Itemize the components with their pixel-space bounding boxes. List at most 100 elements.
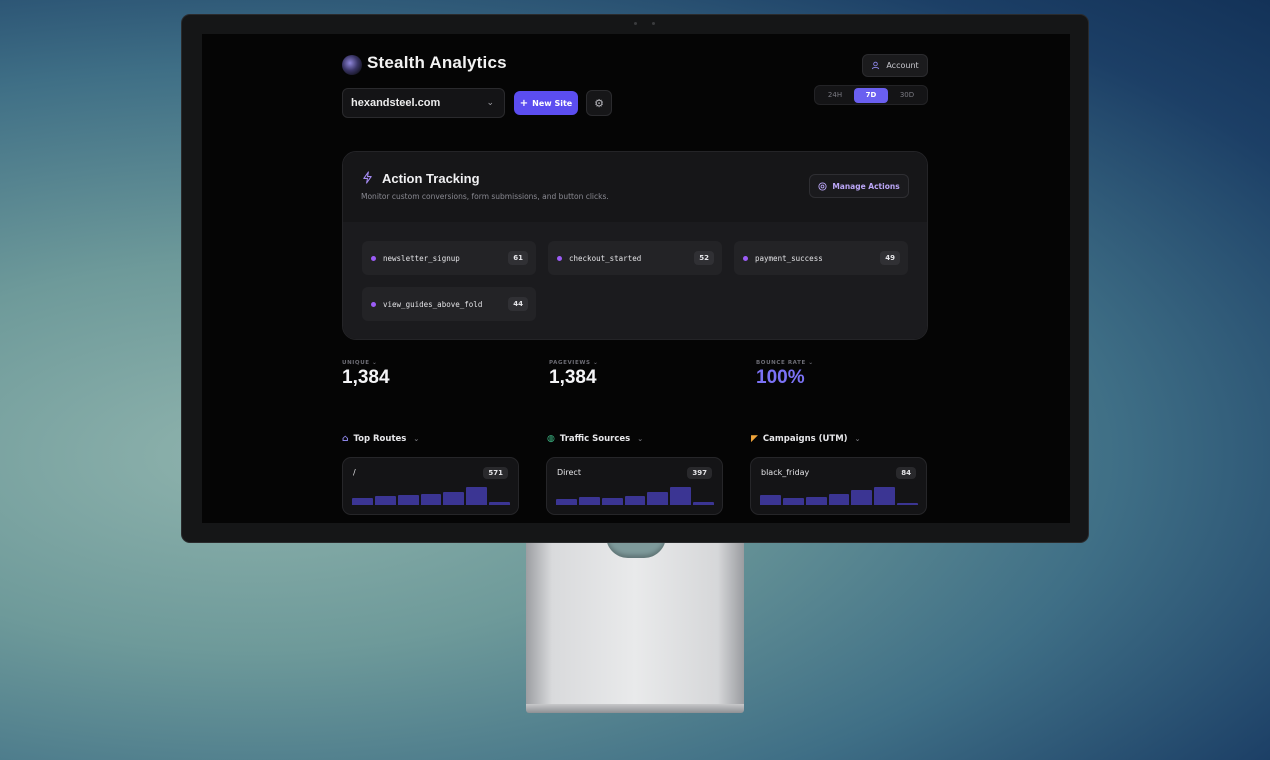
gear-icon: ⚙ [594, 96, 604, 110]
app-title: Stealth Analytics [367, 53, 507, 72]
sparkline-bar [374, 496, 396, 505]
stat-label: PAGEVIEWS [549, 360, 591, 366]
app-screen: Stealth Analytics Account hexandsteel.co… [202, 34, 1070, 523]
camera-dot [634, 22, 637, 25]
route-card[interactable]: / 571 [342, 457, 519, 515]
new-site-button[interactable]: + New Site [514, 91, 578, 115]
card-label: black_friday [761, 468, 810, 477]
card-count: 571 [483, 467, 508, 479]
sparkline-bar [760, 495, 781, 505]
stat-label: UNIQUE [342, 360, 370, 366]
action-chip[interactable]: newsletter_signup 61 [362, 241, 536, 275]
home-icon: ⌂ [342, 434, 349, 444]
card-count: 397 [687, 467, 712, 479]
site-select[interactable]: hexandsteel.com ⌄ [342, 88, 505, 118]
chevron-down-icon: ⌄ [372, 360, 378, 366]
manage-actions-label: Manage Actions [832, 181, 900, 191]
target-icon [818, 181, 827, 191]
time-range-toggle: 24H 7D 30D [814, 85, 928, 105]
action-count: 44 [508, 297, 528, 311]
panel-title: Action Tracking [382, 171, 480, 186]
app-logo [342, 55, 362, 75]
sparkline-bar [693, 502, 715, 505]
status-dot [557, 255, 562, 261]
card-label: / [353, 468, 356, 477]
action-chip[interactable]: payment_success 49 [734, 241, 908, 275]
section-campaigns[interactable]: ◤ Campaigns (UTM) ⌄ [751, 434, 860, 444]
sparkline-bar [578, 496, 600, 505]
chevron-down-icon: ⌄ [413, 435, 420, 443]
sparkline-bar [828, 494, 850, 505]
sparkline-bar [805, 496, 827, 505]
sparkline [556, 487, 715, 505]
stat-value: 1,384 [342, 367, 390, 388]
section-title: Traffic Sources [559, 434, 631, 444]
section-top-routes[interactable]: ⌂ Top Routes ⌄ [342, 434, 419, 444]
stat-label: BOUNCE RATE [756, 360, 806, 366]
status-dot [371, 301, 376, 307]
action-name: view_guides_above_fold [383, 299, 483, 309]
sparkline-bar [601, 497, 623, 505]
status-dot [743, 255, 748, 261]
panel-body [343, 222, 927, 339]
action-chip[interactable]: view_guides_above_fold 44 [362, 287, 536, 321]
card-label: Direct [557, 468, 581, 477]
manage-actions-button[interactable]: Manage Actions [809, 174, 909, 198]
lightning-icon [361, 171, 375, 185]
sparkline-bar [670, 487, 692, 505]
action-name: payment_success [755, 253, 823, 263]
chevron-down-icon: ⌄ [854, 435, 861, 443]
globe-icon: ◍ [547, 434, 555, 444]
stat-unique[interactable]: UNIQUE ⌄ 1,384 [342, 360, 390, 389]
range-option-7d[interactable]: 7D [854, 87, 888, 103]
action-name: newsletter_signup [383, 253, 460, 263]
card-count: 84 [896, 467, 916, 479]
section-traffic-sources[interactable]: ◍ Traffic Sources ⌄ [547, 434, 643, 444]
chevron-down-icon: ⌄ [808, 360, 814, 366]
sparkline-bar [897, 503, 919, 505]
campaign-card[interactable]: black_friday 84 [750, 457, 927, 515]
sparkline-bar [420, 494, 442, 505]
monitor-stand [526, 536, 744, 706]
settings-button[interactable]: ⚙ [586, 90, 612, 116]
site-select-value: hexandsteel.com [351, 97, 441, 109]
monitor-stand-foot [526, 704, 744, 713]
stat-pageviews[interactable]: PAGEVIEWS ⌄ 1,384 [549, 360, 598, 389]
section-title: Top Routes [353, 434, 407, 444]
sparkline-bar [443, 491, 465, 505]
stat-value: 100% [756, 367, 805, 388]
section-title: Campaigns (UTM) [762, 434, 848, 444]
user-icon [872, 61, 880, 70]
chevron-down-icon: ⌄ [486, 98, 494, 108]
action-chip[interactable]: checkout_started 52 [548, 241, 722, 275]
range-option-24h[interactable]: 24H [818, 88, 852, 103]
sparkline [760, 487, 919, 505]
action-count: 49 [880, 251, 900, 265]
sparkline-bar [647, 492, 669, 505]
sparkline-bar [556, 498, 577, 505]
stat-value: 1,384 [549, 367, 597, 388]
action-count: 52 [694, 251, 714, 265]
range-option-30d[interactable]: 30D [890, 88, 924, 103]
monitor-bezel: Stealth Analytics Account hexandsteel.co… [182, 15, 1088, 542]
source-card[interactable]: Direct 397 [546, 457, 723, 515]
action-count: 61 [508, 251, 528, 265]
action-tracking-panel: Action Tracking Monitor custom conversio… [342, 151, 928, 340]
plus-icon: + [519, 97, 529, 109]
chevron-down-icon: ⌄ [637, 435, 644, 443]
chevron-down-icon: ⌄ [593, 360, 599, 366]
megaphone-icon: ◤ [751, 434, 758, 444]
sparkline-bar [466, 487, 488, 505]
sparkline-bar [624, 496, 646, 505]
account-button[interactable]: Account [862, 54, 928, 77]
sparkline-bar [874, 487, 896, 505]
sparkline-bar [397, 495, 419, 505]
sparkline-bar [489, 502, 511, 505]
stat-bounce-rate[interactable]: BOUNCE RATE ⌄ 100% [756, 360, 814, 389]
action-name: checkout_started [569, 253, 642, 263]
account-label: Account [886, 61, 919, 70]
sensor-dot [652, 22, 655, 25]
sparkline-bar [782, 497, 804, 505]
sparkline [352, 487, 511, 505]
sparkline-bar [352, 497, 373, 505]
